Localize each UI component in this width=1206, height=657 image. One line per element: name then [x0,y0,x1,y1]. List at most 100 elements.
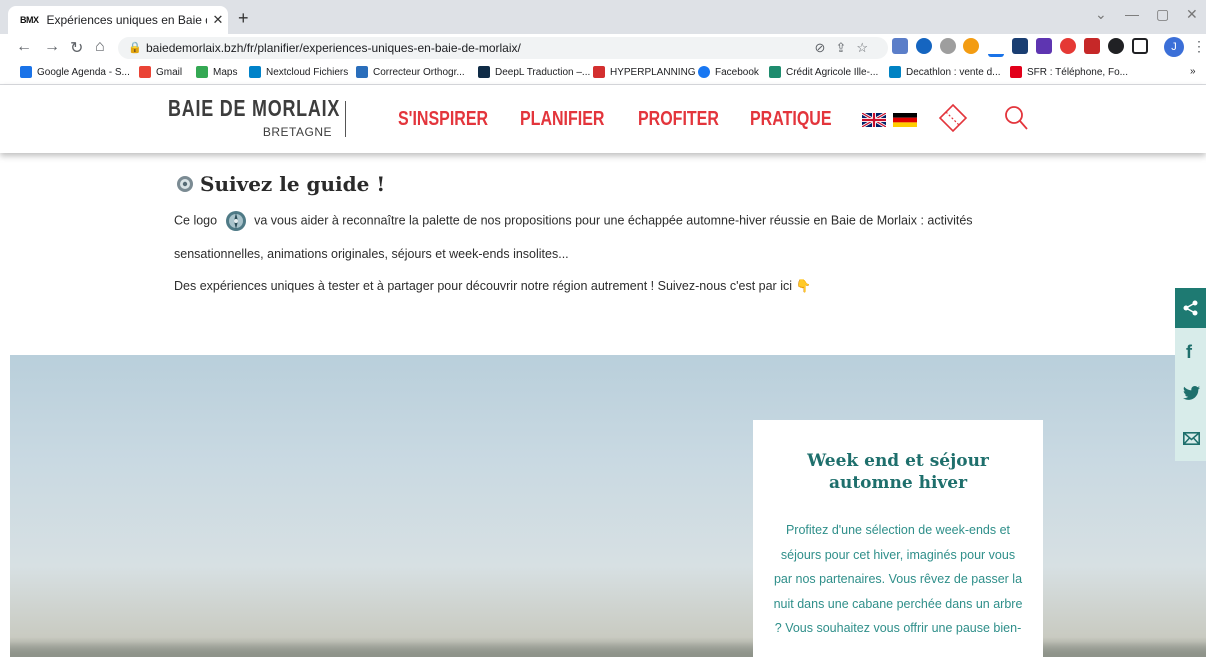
bookmark-favicon [478,66,490,78]
guide-title-text: Suivez le guide ! [200,172,386,196]
bookmark-item[interactable]: Facebook [698,66,759,78]
site-header: BAIE DE MORLAIX BRETAGNE S'INSPIRER PLAN… [0,85,1206,153]
nav-pratique[interactable]: PRATIQUE [750,108,831,131]
logo-divider [345,101,346,137]
bookmark-label: HYPERPLANNING [610,66,696,78]
new-tab-button[interactable]: + [238,8,249,29]
bookmark-item[interactable]: Google Agenda - S... [20,66,130,78]
guide-p1-start: Ce logo [174,213,218,228]
bookmark-label: Gmail [156,66,183,78]
facebook-icon[interactable]: f [1186,342,1192,363]
compass-badge-icon [177,176,193,192]
puzzle-icon[interactable] [1108,38,1124,54]
address-bar[interactable]: 🔒 baiedemorlaix.bzh/fr/planifier/experie… [118,37,888,59]
tab-title: Expériences uniques en Baie de M [46,13,207,27]
share-sidebar: f [1175,288,1206,461]
more-bookmarks-label: » [1190,66,1196,77]
bookmark-item[interactable]: Maps [196,66,237,78]
extension-icon[interactable] [916,38,932,54]
share-icon [1183,300,1198,316]
bookmark-favicon [196,66,208,78]
extension-icon[interactable] [1036,38,1052,54]
card-title-line2: automne hiver [828,473,968,493]
minimize-button[interactable]: — [1125,6,1139,22]
extension-icon[interactable] [1084,38,1100,54]
url-text: baiedemorlaix.bzh/fr/planifier/experienc… [146,41,521,55]
tab-favicon: BMX [20,15,39,25]
bookmark-favicon [769,66,781,78]
card-text: Profitez d'une sélection de week-ends et… [773,523,1023,635]
bookmark-favicon [356,66,368,78]
bookmark-favicon [889,66,901,78]
uk-flag-icon[interactable] [862,113,886,127]
extension-icon[interactable] [963,38,979,54]
bookmark-item[interactable]: Decathlon : vente d... [889,66,1001,78]
bookmark-item[interactable]: HYPERPLANNING [593,66,696,78]
bookmark-favicon [593,66,605,78]
guide-heading: Suivez le guide ! [176,172,385,196]
side-panel-icon[interactable] [1132,38,1148,54]
logo-subtitle: BRETAGNE [262,125,332,139]
bookmark-label: Maps [213,66,238,78]
close-window-button[interactable]: ✕ [1186,6,1198,23]
german-flag-icon[interactable] [893,113,917,127]
bookmark-item[interactable]: Crédit Agricole Ille-... [769,66,878,78]
tab-search-icon[interactable]: ⌄ [1095,6,1107,23]
nav-planifier[interactable]: PLANIFIER [520,108,604,131]
twitter-icon[interactable] [1183,386,1200,400]
weekend-card[interactable]: Week end et séjour automne hiver Profite… [753,420,1043,657]
extension-icon[interactable] [1012,38,1028,54]
bookmarks-bar: Google Agenda - S... Gmail Maps Nextclou… [0,62,1206,85]
extension-icon[interactable] [988,38,1004,57]
compass-logo-icon [225,211,246,231]
restore-button[interactable]: ▢ [1156,6,1169,23]
bookmark-label: Correcteur Orthogr... [373,66,465,78]
share-button[interactable] [1175,288,1206,328]
bookmark-favicon [249,66,261,78]
bookmark-label: Crédit Agricole Ille-... [786,66,879,78]
home-button[interactable]: ⌂ [95,38,105,56]
more-bookmarks-button[interactable]: » [1190,66,1196,77]
back-button[interactable]: ← [16,38,32,56]
extension-icon[interactable] [1060,38,1076,54]
forward-button[interactable]: → [44,38,60,56]
bookmark-item[interactable]: Nextcloud Fichiers [249,66,348,78]
guide-paragraph-1-line2: sensationnelles, animations originales, … [174,247,569,261]
bookmark-favicon [1010,66,1022,78]
nav-profiter[interactable]: PROFITER [638,108,719,131]
reload-button[interactable]: ↻ [70,38,83,58]
guide-paragraph-1: Ce logo va vous aider à reconnaître la p… [174,210,973,232]
bookmark-label: Nextcloud Fichiers [266,66,349,78]
browser-tabstrip: BMX Expériences uniques en Baie de M ✕ +… [0,0,1206,34]
card-title-line1: Week end et séjour [807,451,989,471]
bookmark-item[interactable]: Gmail [139,66,182,78]
nav-sinspirer[interactable]: S'INSPIRER [398,108,488,131]
extension-icon[interactable] [940,38,956,54]
bookmark-label: Facebook [715,66,759,78]
logo-title: BAIE DE MORLAIX [168,95,341,121]
guide-paragraph-2: Des expériences uniques à tester et à pa… [174,279,812,293]
email-icon[interactable] [1183,432,1200,445]
bookmark-item[interactable]: SFR : Téléphone, Fo... [1010,66,1128,78]
tab-close-icon[interactable]: ✕ [213,12,224,28]
bookmark-item[interactable]: Correcteur Orthogr... [356,66,465,78]
bookmark-label: DeepL Traduction –... [495,66,591,78]
card-title: Week end et séjour automne hiver [753,450,1043,494]
search-icon[interactable] [1004,105,1028,131]
profile-avatar[interactable]: J [1164,37,1184,57]
bookmark-item[interactable]: DeepL Traduction –... [478,66,590,78]
guide-p1-rest: va vous aider à reconnaître la palette d… [254,213,973,228]
site-logo[interactable]: BAIE DE MORLAIX BRETAGNE [168,93,346,141]
bookmark-favicon [698,66,710,78]
omnibox-icons[interactable]: ⊘⇪☆ [815,37,878,59]
bookmark-label: Decathlon : vente d... [906,66,1001,78]
browser-tab[interactable]: BMX Expériences uniques en Baie de M ✕ [8,6,228,34]
menu-icon[interactable]: ⋮ [1192,38,1206,55]
extension-icon[interactable] [892,38,908,54]
bookmark-favicon [139,66,151,78]
bookmark-label: SFR : Téléphone, Fo... [1027,66,1128,78]
ticket-icon[interactable] [938,103,968,135]
bookmark-favicon [20,66,32,78]
lock-icon[interactable]: 🔒 [128,37,142,59]
bookmark-label: Google Agenda - S... [37,66,130,78]
